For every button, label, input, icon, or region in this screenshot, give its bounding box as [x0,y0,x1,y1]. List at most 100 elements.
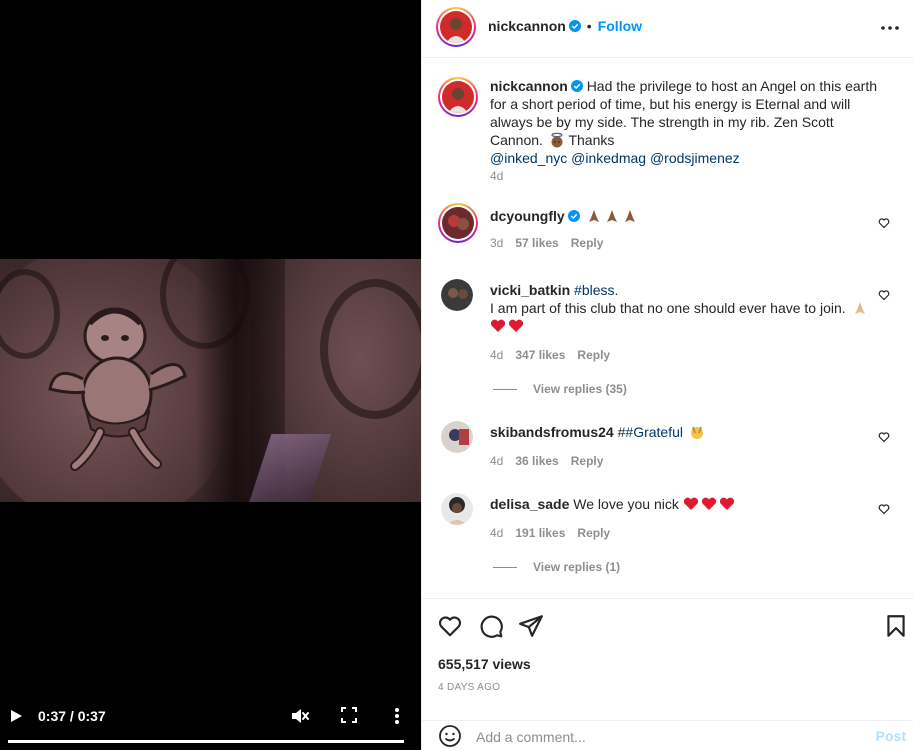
post-actions: 655,517 views 4 DAYS AGO [422,600,913,720]
comment-likes[interactable]: 57 likes [515,236,558,250]
comment-username[interactable]: vicki_batkin [490,282,570,298]
save-icon[interactable] [883,613,909,639]
replies-divider [493,567,517,569]
comment-meta: 4d 347 likes Reply [490,348,622,362]
comment-meta: 4d 36 likes Reply [490,454,615,468]
comment-username[interactable]: delisa_sade [490,496,569,512]
red-heart-emoji-icon [701,497,716,510]
header-username[interactable]: nickcannon [488,18,566,34]
video-frame[interactable] [0,259,421,502]
mention-link[interactable]: @rodsjimenez [650,150,740,166]
comment-item: skibandsfromus24 ##Grateful 4d 36 likes Re… [438,421,898,477]
comment-likes[interactable]: 347 likes [515,348,565,362]
angel-emoji-icon [551,132,563,148]
video-controls: 0:37 / 0:37 [0,700,421,750]
follow-button[interactable]: Follow [598,18,642,34]
reply-button[interactable]: Reply [577,348,610,362]
comment-age: 4d [490,526,504,540]
red-heart-emoji-icon [683,497,698,510]
comment-likes[interactable]: 191 likes [515,526,565,540]
comment-item: vicki_batkin #bless. I am part of this c… [438,279,898,399]
caption-age: 4d [490,169,504,183]
commenter-avatar[interactable] [441,493,473,525]
caption: nickcannon Had the privilege to host an … [438,77,898,187]
video-time: 0:37 / 0:37 [38,708,106,724]
comment-composer: Post [422,720,913,750]
like-comment-icon[interactable] [878,217,890,229]
comment-body: vicki_batkin #bless. I am part of this c… [490,281,880,335]
share-icon[interactable] [518,613,544,639]
mute-icon[interactable] [290,706,310,726]
view-replies-button[interactable]: View replies (35) [493,382,627,396]
hashtag-link[interactable]: #Grateful [625,424,683,440]
reply-button[interactable]: Reply [577,526,610,540]
comment-username[interactable]: dcyoungfly [490,208,565,224]
raising-hands-emoji-icon [690,426,703,439]
comment-item: dcyoungfly 3d 57 likes Reply [438,203,898,263]
commenter-avatar[interactable] [441,421,473,453]
comment-input[interactable] [476,726,856,748]
comment-body: delisa_sade We love you nick [490,495,880,513]
comment-body: skibandsfromus24 ##Grateful [490,423,880,441]
replies-divider [493,389,517,391]
comment-meta: 4d 191 likes Reply [490,526,622,540]
comment-body: dcyoungfly [490,207,880,225]
post-panel: nickcannon • Follow nickcannon Had the pri… [421,0,913,750]
red-heart-emoji-icon [719,497,734,510]
emoji-icon[interactable] [438,724,462,748]
red-heart-emoji-icon [490,319,506,332]
pray-emoji-icon [854,302,865,314]
avatar [441,493,473,525]
comment-icon[interactable] [478,613,504,639]
post-date: 4 DAYS AGO [438,682,501,693]
verified-icon [568,20,581,32]
post-header: nickcannon • Follow [422,0,913,58]
comment-text: We love you nick [573,496,679,512]
header-line: nickcannon • Follow [488,18,642,34]
comment-age: 4d [490,454,504,468]
pray-emoji-icon [624,210,635,222]
avatar [441,279,473,311]
view-replies-label: View replies (1) [533,560,621,574]
caption-meta: 4d [490,169,515,183]
avatar [442,207,474,239]
commenter-avatar[interactable] [438,203,478,243]
mention-link[interactable]: @inked_nyc [490,150,567,166]
tattoo-swirl [320,279,421,419]
header-separator: • [586,18,592,34]
comment-age: 4d [490,348,504,362]
author-avatar[interactable] [436,7,476,47]
view-replies-label: View replies (35) [533,382,627,396]
post-button[interactable]: Post [876,728,906,744]
like-comment-icon[interactable] [878,289,890,301]
pray-emoji-icon [588,210,599,222]
comment-username[interactable]: skibandsfromus24 [490,424,614,440]
caption-avatar[interactable] [438,77,478,117]
comment-item: delisa_sade We love you nick 4d 191 likes… [438,493,898,593]
reply-button[interactable]: Reply [571,454,604,468]
fullscreen-icon[interactable] [340,706,358,724]
caption-thanks: Thanks [568,132,615,148]
play-icon[interactable] [8,708,24,724]
video-progress-track[interactable] [8,740,404,743]
comment-text: I am part of this club that no one shoul… [490,300,846,316]
pray-emoji-icon [606,210,617,222]
hashtag-link[interactable]: #bless. [574,282,618,298]
like-icon[interactable] [437,613,463,639]
video-more-icon[interactable] [388,706,406,726]
like-comment-icon[interactable] [878,431,890,443]
caption-username[interactable]: nickcannon [490,78,568,94]
caption-body: nickcannon Had the privilege to host an … [490,77,880,167]
commenter-avatar[interactable] [441,279,473,311]
mention-link[interactable]: @inkedmag [571,150,646,166]
video-player[interactable]: 0:37 / 0:37 [0,0,421,750]
video-progress-fill [8,740,404,743]
view-count[interactable]: 655,517 views [438,656,531,672]
reply-button[interactable]: Reply [571,236,604,250]
more-options-icon[interactable] [878,16,902,40]
avatar [440,11,472,43]
comments-list[interactable]: nickcannon Had the privilege to host an … [422,59,913,599]
view-replies-button[interactable]: View replies (1) [493,560,620,574]
like-comment-icon[interactable] [878,503,890,515]
comment-likes[interactable]: 36 likes [515,454,558,468]
